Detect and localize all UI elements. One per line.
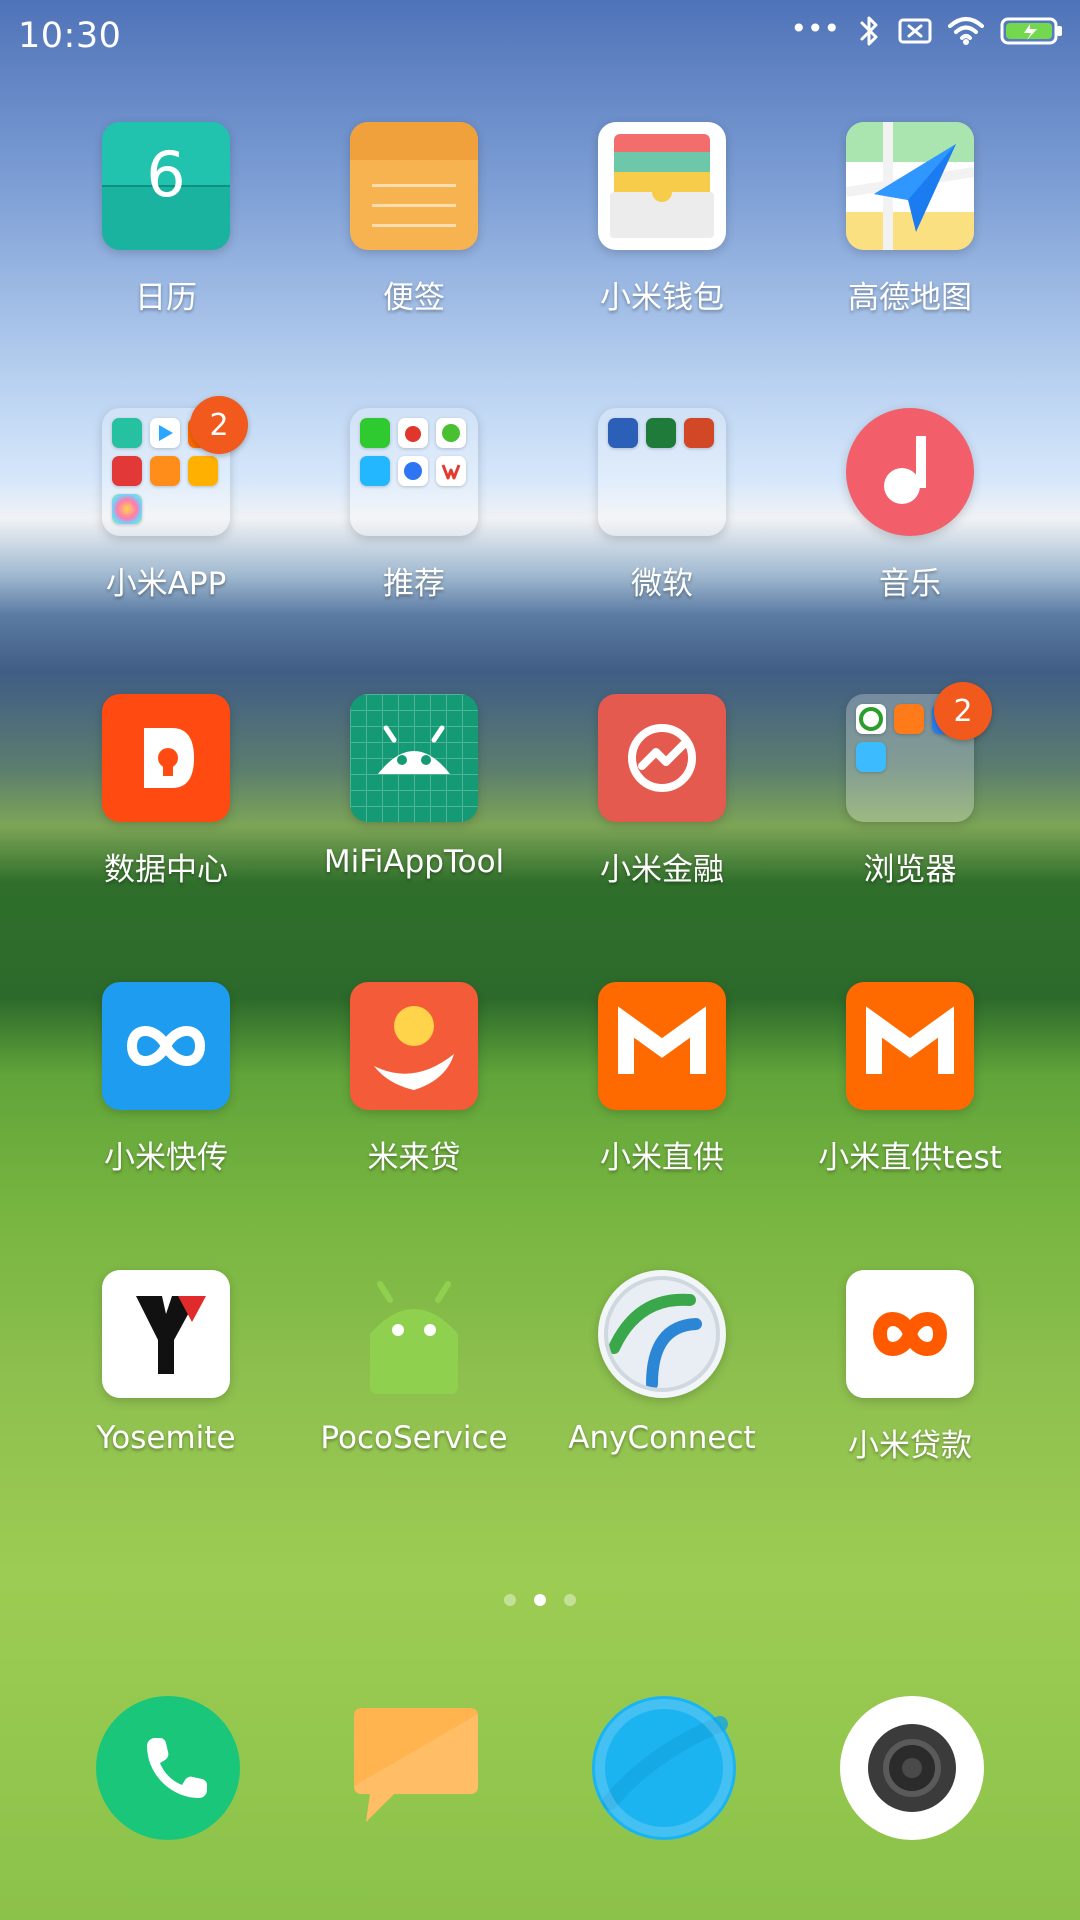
dock-phone[interactable] [94, 1694, 242, 1842]
page-dot[interactable] [504, 1594, 516, 1606]
folder-preview [608, 418, 716, 526]
folder-preview [360, 418, 468, 526]
mi-store-icon [598, 982, 726, 1110]
mi-drop-icon [102, 982, 230, 1110]
app-folder-browser[interactable]: 2 浏览器 [786, 682, 1034, 914]
mini-app-icon [856, 704, 886, 734]
mini-app-icon [112, 456, 142, 486]
mini-app-icon [436, 456, 466, 486]
app-label: 数据中心 [104, 852, 228, 888]
android-tool-icon [350, 694, 478, 822]
mini-app-icon [856, 742, 886, 772]
app-label: 小米直供 [600, 1140, 724, 1176]
mini-app-icon [436, 418, 466, 448]
camera-icon [840, 1696, 984, 1840]
app-label: MiFiAppTool [323, 844, 505, 880]
dock [0, 1688, 1080, 1858]
message-icon [354, 1708, 478, 1822]
app-anyconnect[interactable]: AnyConnect [538, 1270, 786, 1490]
mini-app-icon [150, 418, 180, 448]
mini-app-icon [684, 418, 714, 448]
app-poco-service[interactable]: PocoService [290, 1270, 538, 1490]
loan-icon [350, 982, 478, 1110]
app-data-center[interactable]: 数据中心 [42, 694, 290, 914]
app-amap[interactable]: 高德地图 [786, 122, 1034, 342]
app-label: 音乐 [879, 566, 941, 602]
mini-app-icon [894, 704, 924, 734]
app-label: 小米直供test [818, 1140, 1002, 1176]
folder-icon [598, 408, 726, 536]
app-label: Yosemite [96, 1420, 236, 1456]
music-icon [846, 408, 974, 536]
app-calendar[interactable]: 6 日历 [42, 122, 290, 342]
app-label: 小米贷款 [848, 1428, 972, 1464]
app-label: 小米快传 [104, 1140, 228, 1176]
app-mi-loan[interactable]: 小米贷款 [786, 1270, 1034, 1490]
dock-camera[interactable] [838, 1694, 986, 1842]
app-notes[interactable]: 便签 [290, 122, 538, 342]
app-mi-zhigong-test[interactable]: 小米直供test [786, 982, 1034, 1202]
folder-icon: 2 [846, 682, 992, 822]
app-mi-wallet[interactable]: 小米钱包 [538, 122, 786, 342]
mi-loan-icon [846, 1270, 974, 1398]
app-label: 小米金融 [600, 852, 724, 888]
calendar-day-number: 6 [146, 138, 186, 211]
mi-store-test-icon [846, 982, 974, 1110]
app-folder-microsoft[interactable]: 微软 [538, 408, 786, 628]
android-icon [350, 1270, 478, 1398]
app-mi-finance[interactable]: 小米金融 [538, 694, 786, 914]
page-indicator [0, 1594, 1080, 1606]
wallet-icon [598, 122, 726, 250]
data-center-icon [102, 694, 230, 822]
app-folder-mi-app[interactable]: 2 小米APP [42, 396, 290, 628]
home-app-grid: 6 日历 便签 小米钱包 高德地图 2 小米APP 推荐 微软 音乐 数据中心 … [0, 0, 1080, 1920]
app-mi-drop[interactable]: 小米快传 [42, 982, 290, 1202]
app-label: 高德地图 [848, 280, 972, 316]
app-label: 小米APP [105, 566, 227, 602]
mini-app-icon [608, 418, 638, 448]
mini-app-icon [360, 456, 390, 486]
mini-app-icon [398, 418, 428, 448]
amap-icon [846, 122, 974, 250]
notification-badge: 2 [934, 682, 992, 740]
app-label: 日历 [135, 280, 197, 316]
page-dot[interactable] [564, 1594, 576, 1606]
app-mi-lai-dai[interactable]: 米来贷 [290, 982, 538, 1202]
folder-icon: 2 [102, 396, 248, 536]
phone-icon [96, 1696, 240, 1840]
notes-icon [350, 122, 478, 250]
dock-browser[interactable] [590, 1694, 738, 1842]
app-folder-recommend[interactable]: 推荐 [290, 408, 538, 628]
browser-icon [592, 1696, 736, 1840]
app-label: 微软 [631, 566, 693, 602]
mini-app-icon [398, 456, 428, 486]
mini-app-icon [360, 418, 390, 448]
app-label: 便签 [383, 280, 445, 316]
app-label: PocoService [320, 1420, 508, 1456]
page-dot-active[interactable] [534, 1594, 546, 1606]
app-label: AnyConnect [568, 1420, 756, 1456]
app-mifi-apptool[interactable]: MiFiAppTool [290, 694, 538, 914]
mini-app-icon [646, 418, 676, 448]
mini-app-icon [112, 494, 142, 524]
folder-icon [350, 408, 478, 536]
mi-finance-icon [598, 694, 726, 822]
app-mi-zhigong[interactable]: 小米直供 [538, 982, 786, 1202]
dock-messages[interactable] [342, 1694, 490, 1842]
yosemite-icon [102, 1270, 230, 1398]
app-music[interactable]: 音乐 [786, 408, 1034, 628]
anyconnect-icon [598, 1270, 726, 1398]
mini-app-icon [188, 456, 218, 486]
app-label: 浏览器 [863, 852, 957, 888]
app-label: 米来贷 [367, 1140, 461, 1176]
mini-app-icon [112, 418, 142, 448]
calendar-icon: 6 [102, 122, 230, 250]
app-label: 推荐 [383, 566, 445, 602]
notification-badge: 2 [190, 396, 248, 454]
mini-app-icon [150, 456, 180, 486]
app-label: 小米钱包 [600, 280, 724, 316]
app-yosemite[interactable]: Yosemite [42, 1270, 290, 1490]
